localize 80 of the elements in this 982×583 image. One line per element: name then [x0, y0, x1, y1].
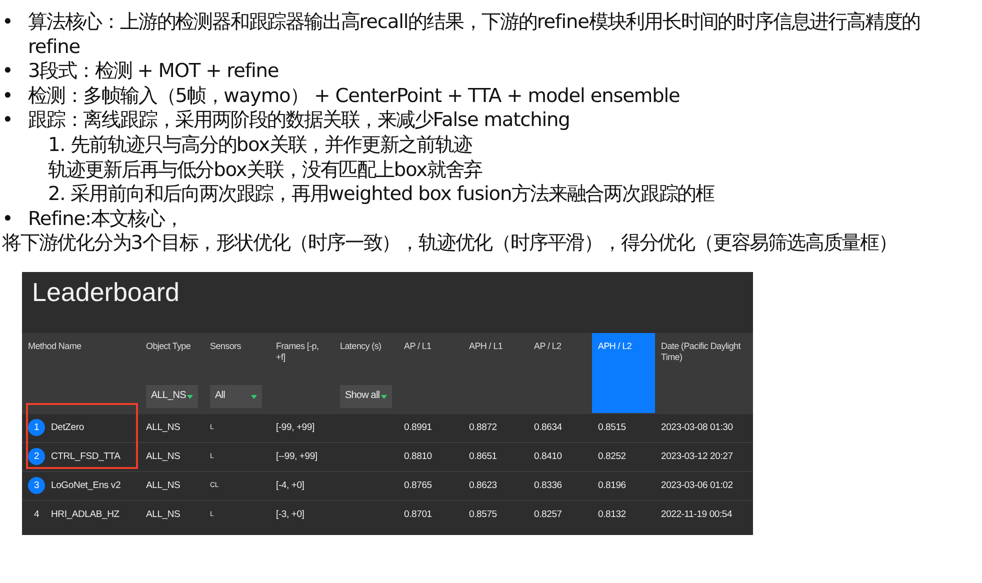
- bullet-marker: •: [2, 10, 14, 35]
- filter-dropdown[interactable]: Show all: [340, 385, 392, 408]
- method-name: LoGoNet_Ens v2: [51, 480, 121, 492]
- filter-value: All: [215, 390, 225, 403]
- header-label: Method Name: [28, 340, 82, 352]
- table-cell: ALL_NS: [146, 510, 180, 520]
- rank-badge: 3: [28, 477, 45, 494]
- column-header[interactable]: APH / L2: [592, 332, 655, 413]
- slide-text: 2. 采用前向和后向两次跟踪，再用weighted box fusion方法来融合两次跟踪的框: [48, 182, 714, 207]
- method-name: HRI_ADLAB_HZ: [51, 510, 120, 520]
- slide-text: 算法核心：上游的检测器和跟踪器输出高recall的结果，下游的refine模块利用长时间的时序信息进行高精度的refine: [28, 10, 922, 60]
- header-label: Sensors: [210, 340, 241, 352]
- header-label: Object Type: [146, 340, 191, 352]
- method-name: DetZero: [51, 422, 84, 434]
- column-header[interactable]: Method Name: [22, 332, 140, 413]
- column-header[interactable]: AP / L2: [528, 332, 592, 413]
- table-cell: 0.8410: [534, 452, 562, 462]
- caret-icon: [381, 394, 387, 399]
- column-header[interactable]: APH / L1: [463, 332, 528, 413]
- table-cell: 0.8701: [404, 510, 432, 520]
- bullet-marker: •: [2, 84, 14, 108]
- header-label: AP / L2: [534, 340, 562, 352]
- rank-number: 4: [32, 510, 40, 520]
- bullet-marker: •: [2, 108, 14, 133]
- column-header[interactable]: Frames [-p, +f]: [270, 332, 334, 413]
- slide-text: 轨迹更新后再与低分box关联，没有匹配上box就舍弃: [48, 158, 482, 182]
- table-cell: 2023-03-12 20:27: [661, 452, 733, 462]
- table-cell: 2023-03-06 01:02: [661, 480, 733, 492]
- slide-text: 检测：多帧输入（5帧，waymo） + CenterPoint + TTA + model ensemble: [28, 84, 680, 108]
- table-cell: 0.8991: [404, 422, 432, 434]
- caret-icon: [251, 394, 257, 399]
- column-header[interactable]: Latency (s) Show all: [334, 332, 398, 413]
- filter-value: ALL_NS: [151, 390, 186, 403]
- slide-text: 将下游优化分为3个目标，形状优化（时序一致），轨迹优化（时序平滑），得分优化（更容易筛选高质量框）: [2, 231, 897, 256]
- rank-badge: 1: [28, 419, 45, 436]
- table-cell: 0.8872: [469, 422, 497, 434]
- header-label: APH / L2: [598, 340, 632, 352]
- bullet-marker: •: [2, 59, 14, 84]
- table-cell: 0.8651: [469, 452, 497, 462]
- table-cell: [--99, +99]: [276, 452, 318, 462]
- header-label: Latency (s): [340, 340, 382, 352]
- table-cell: 0.8575: [469, 510, 497, 520]
- table-cell: 0.8765: [404, 480, 432, 492]
- column-header[interactable]: Object Type ALL_NS: [140, 332, 204, 413]
- bullet-marker: •: [2, 206, 14, 232]
- table-cell: 0.8810: [404, 452, 432, 462]
- rank-badge: 2: [28, 448, 45, 466]
- column-header[interactable]: AP / L1: [398, 332, 463, 413]
- table-cell: [-3, +0]: [276, 510, 304, 520]
- slide-text: 3段式：检测 + MOT + refine: [28, 59, 279, 84]
- slide-text: 跟踪：离线跟踪，采用两阶段的数据关联，来减少False matching: [28, 108, 570, 133]
- table-cell: ALL_NS: [146, 422, 180, 434]
- filter-dropdown[interactable]: All: [210, 385, 262, 408]
- table-cell: 0.8515: [598, 422, 626, 434]
- table-cell: 2023-03-08 01:30: [661, 422, 733, 434]
- filter-dropdown[interactable]: ALL_NS: [146, 385, 198, 408]
- table-cell: 2022-11-19 00:54: [661, 510, 732, 520]
- method-name: CTRL_FSD_TTA: [51, 452, 120, 462]
- column-header[interactable]: Date (Pacific Daylight Time): [655, 332, 753, 413]
- table-cell: ALL_NS: [146, 452, 180, 462]
- table-cell: [-4, +0]: [276, 480, 304, 492]
- table-cell: 0.8196: [598, 480, 626, 492]
- slide-text: Refine:本文核心，: [28, 206, 183, 232]
- header-label: APH / L1: [469, 340, 503, 352]
- table-cell: 0.8623: [469, 480, 497, 492]
- slide-text: 1. 先前轨迹只与高分的box关联，并作更新之前轨迹: [48, 132, 472, 158]
- header-label: Frames [-p, +f]: [276, 340, 320, 364]
- header-label: AP / L1: [404, 340, 432, 352]
- table-cell: 0.8336: [534, 480, 562, 492]
- leaderboard-title: Leaderboard: [31, 276, 180, 309]
- filter-value: Show all: [345, 390, 380, 403]
- table-cell: ALL_NS: [146, 480, 180, 492]
- table-cell: 0.8132: [598, 510, 626, 520]
- table-cell: 0.8257: [534, 510, 562, 520]
- caret-icon: [187, 394, 193, 399]
- column-header[interactable]: Sensors All: [204, 332, 270, 413]
- table-cell: 0.8634: [534, 422, 562, 434]
- table-cell: 0.8252: [598, 452, 626, 462]
- header-label: Date (Pacific Daylight Time): [661, 340, 742, 364]
- table-cell: [-99, +99]: [276, 422, 314, 434]
